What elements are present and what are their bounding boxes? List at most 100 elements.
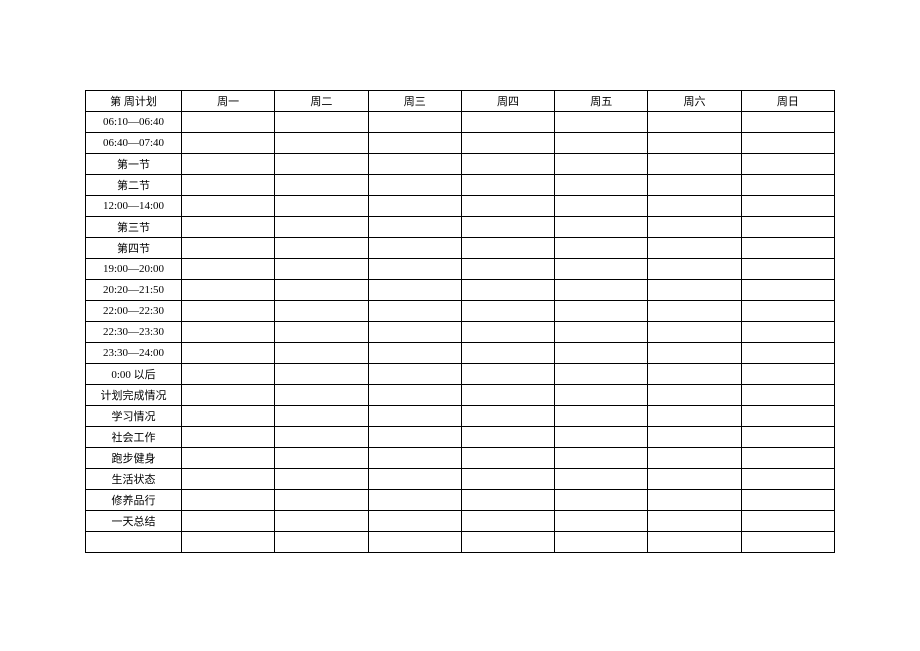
- schedule-cell: [368, 322, 461, 343]
- schedule-cell: [275, 196, 368, 217]
- table-row: 生活状态: [86, 469, 835, 490]
- schedule-cell: [275, 154, 368, 175]
- schedule-cell: [555, 448, 648, 469]
- day-header-mon: 周一: [182, 91, 275, 112]
- schedule-cell: [182, 448, 275, 469]
- schedule-cell: [648, 238, 741, 259]
- schedule-cell: [368, 112, 461, 133]
- schedule-cell: [461, 322, 554, 343]
- schedule-cell: [741, 364, 834, 385]
- schedule-cell: [461, 490, 554, 511]
- schedule-cell: [461, 259, 554, 280]
- schedule-cell: [368, 196, 461, 217]
- schedule-cell: [275, 490, 368, 511]
- schedule-cell: [461, 238, 554, 259]
- row-label: 0:00 以后: [86, 364, 182, 385]
- schedule-cell: [648, 427, 741, 448]
- schedule-cell: [275, 364, 368, 385]
- schedule-cell: [275, 469, 368, 490]
- table-row: 22:30—23:30: [86, 322, 835, 343]
- schedule-cell: [368, 280, 461, 301]
- schedule-cell: [555, 322, 648, 343]
- schedule-cell: [182, 511, 275, 532]
- schedule-cell: [741, 427, 834, 448]
- row-label: 06:40—07:40: [86, 133, 182, 154]
- row-label: 第三节: [86, 217, 182, 238]
- row-label: 社会工作: [86, 427, 182, 448]
- schedule-cell: [461, 196, 554, 217]
- schedule-cell: [741, 301, 834, 322]
- schedule-cell: [555, 280, 648, 301]
- row-label: 计划完成情况: [86, 385, 182, 406]
- table-row: 12:00—14:00: [86, 196, 835, 217]
- schedule-cell: [182, 280, 275, 301]
- schedule-cell: [555, 133, 648, 154]
- schedule-cell: [648, 280, 741, 301]
- schedule-cell: [555, 301, 648, 322]
- schedule-cell: [648, 322, 741, 343]
- schedule-cell: [182, 112, 275, 133]
- schedule-cell: [648, 490, 741, 511]
- schedule-cell: [461, 343, 554, 364]
- schedule-cell: [648, 511, 741, 532]
- schedule-cell: [741, 238, 834, 259]
- schedule-cell: [368, 133, 461, 154]
- schedule-cell: [648, 343, 741, 364]
- row-label: 学习情况: [86, 406, 182, 427]
- schedule-cell: [182, 217, 275, 238]
- table-row: 第一节: [86, 154, 835, 175]
- schedule-cell: [461, 112, 554, 133]
- schedule-cell: [461, 427, 554, 448]
- schedule-cell: [461, 364, 554, 385]
- schedule-cell: [275, 112, 368, 133]
- schedule-cell: [368, 343, 461, 364]
- schedule-cell: [648, 259, 741, 280]
- schedule-cell: [182, 175, 275, 196]
- table-row: 23:30—24:00: [86, 343, 835, 364]
- schedule-cell: [275, 448, 368, 469]
- schedule-cell: [275, 133, 368, 154]
- table-row: 一天总结: [86, 511, 835, 532]
- schedule-cell: [182, 490, 275, 511]
- schedule-cell: [182, 385, 275, 406]
- schedule-cell: [461, 280, 554, 301]
- schedule-cell: [555, 469, 648, 490]
- schedule-cell: [182, 532, 275, 553]
- schedule-cell: [368, 490, 461, 511]
- row-label: 生活状态: [86, 469, 182, 490]
- schedule-cell: [741, 322, 834, 343]
- schedule-cell: [741, 280, 834, 301]
- schedule-cell: [741, 532, 834, 553]
- schedule-cell: [741, 196, 834, 217]
- row-label: 19:00—20:00: [86, 259, 182, 280]
- schedule-cell: [555, 511, 648, 532]
- day-header-wed: 周三: [368, 91, 461, 112]
- schedule-cell: [741, 490, 834, 511]
- table-row: 0:00 以后: [86, 364, 835, 385]
- schedule-cell: [182, 406, 275, 427]
- row-label: 06:10—06:40: [86, 112, 182, 133]
- schedule-cell: [741, 385, 834, 406]
- table-row: 社会工作: [86, 427, 835, 448]
- schedule-cell: [648, 154, 741, 175]
- schedule-cell: [461, 469, 554, 490]
- schedule-cell: [461, 133, 554, 154]
- schedule-cell: [275, 217, 368, 238]
- schedule-cell: [461, 385, 554, 406]
- table-row: 20:20—21:50: [86, 280, 835, 301]
- schedule-cell: [182, 469, 275, 490]
- schedule-cell: [368, 217, 461, 238]
- schedule-cell: [368, 175, 461, 196]
- schedule-cell: [555, 532, 648, 553]
- schedule-cell: [555, 217, 648, 238]
- day-header-sat: 周六: [648, 91, 741, 112]
- schedule-cell: [555, 112, 648, 133]
- schedule-cell: [461, 448, 554, 469]
- day-header-fri: 周五: [555, 91, 648, 112]
- schedule-cell: [648, 112, 741, 133]
- row-label: 一天总结: [86, 511, 182, 532]
- schedule-cell: [368, 385, 461, 406]
- schedule-cell: [182, 259, 275, 280]
- schedule-cell: [555, 259, 648, 280]
- schedule-cell: [741, 343, 834, 364]
